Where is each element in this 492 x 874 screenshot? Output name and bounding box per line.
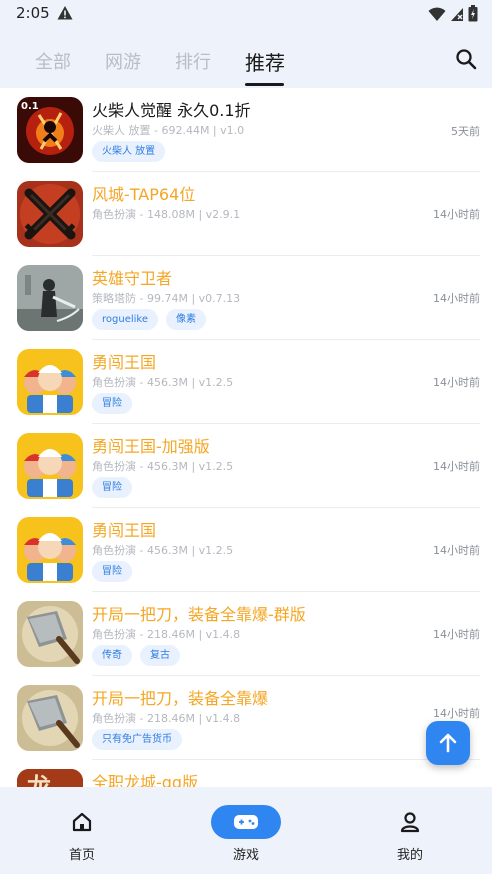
status-time: 2:05	[16, 4, 50, 22]
list-item[interactable]: 龙 全职龙城-qq版	[0, 760, 492, 787]
game-title: 火柴人觉醒 永久0.1折	[92, 101, 251, 120]
tag-list: 传奇 复古	[92, 645, 180, 666]
game-title: 开局一把刀，装备全靠爆	[92, 689, 269, 708]
scroll-to-top-button[interactable]	[426, 721, 470, 765]
active-tab-indicator	[245, 83, 284, 86]
list-item[interactable]: 风城-TAP64位 角色扮演 - 148.08M | v2.9.1 14小时前	[0, 172, 492, 256]
tag[interactable]: 火柴人 放置	[92, 141, 166, 162]
tag-list: 火柴人 放置	[92, 141, 166, 162]
crossed-swords-icon	[17, 181, 83, 247]
signal-icon	[451, 7, 463, 21]
updated-time: 14小时前	[433, 376, 480, 389]
nav-games[interactable]: 游戏	[201, 805, 291, 863]
category-tab-bar: 全部 网游 排行 推荐	[0, 28, 492, 88]
updated-time: 14小时前	[433, 208, 480, 221]
game-meta: 角色扮演 - 218.46M | v1.4.8	[92, 628, 241, 641]
person-icon	[400, 812, 420, 833]
nav-home[interactable]: 首页	[37, 805, 127, 863]
gamepad-icon	[234, 815, 258, 829]
list-item[interactable]: 0.1 火柴人觉醒 永久0.1折 火柴人 放置 - 692.44M | v1.0…	[0, 88, 492, 172]
game-meta: 角色扮演 - 456.3M | v1.2.5	[92, 544, 234, 557]
nav-profile[interactable]: 我的	[365, 805, 455, 863]
tag[interactable]: 像素	[166, 309, 206, 330]
list-item[interactable]: 英雄守卫者 策略塔防 - 99.74M | v0.7.13 roguelike …	[0, 256, 492, 340]
tag-list: 只有免广告货币	[92, 729, 182, 750]
bottom-navigation: 首页 游戏 我的	[0, 787, 492, 874]
updated-time: 5天前	[451, 125, 480, 138]
active-nav-pill	[211, 805, 281, 839]
updated-time: 14小时前	[433, 460, 480, 473]
brave-kingdom-icon	[17, 433, 83, 499]
arrow-up-icon	[439, 733, 457, 753]
battery-icon	[468, 5, 478, 22]
warning-icon	[57, 6, 73, 20]
game-meta: 策略塔防 - 99.74M | v0.7.13	[92, 292, 241, 305]
home-icon	[72, 812, 92, 832]
cleaver-icon	[17, 685, 83, 751]
updated-time: 14小时前	[433, 292, 480, 305]
cleaver-icon	[17, 601, 83, 667]
list-item[interactable]: 勇闯王国-加强版 角色扮演 - 456.3M | v1.2.5 冒险 14小时前	[0, 424, 492, 508]
tag[interactable]: 冒险	[92, 477, 132, 498]
updated-time: 14小时前	[433, 544, 480, 557]
list-item[interactable]: 开局一把刀，装备全靠爆-群版 角色扮演 - 218.46M | v1.4.8 传…	[0, 592, 492, 676]
list-item[interactable]: 勇闯王国 角色扮演 - 456.3M | v1.2.5 冒险 14小时前	[0, 340, 492, 424]
list-item[interactable]: 勇闯王国 角色扮演 - 456.3M | v1.2.5 冒险 14小时前	[0, 508, 492, 592]
game-title: 全职龙城-qq版	[92, 773, 199, 787]
game-meta: 火柴人 放置 - 692.44M | v1.0	[92, 124, 245, 137]
nav-label: 首页	[68, 848, 95, 863]
game-title: 勇闯王国-加强版	[92, 437, 210, 456]
tag[interactable]: roguelike	[92, 309, 158, 330]
game-meta: 角色扮演 - 148.08M | v2.9.1	[92, 208, 241, 221]
tag[interactable]: 只有免广告货币	[92, 729, 182, 750]
tag-list: 冒险	[92, 477, 132, 498]
game-title: 风城-TAP64位	[92, 185, 196, 204]
game-title: 开局一把刀，装备全靠爆-群版	[92, 605, 306, 624]
wifi-icon	[428, 7, 446, 21]
game-meta: 角色扮演 - 456.3M | v1.2.5	[92, 376, 234, 389]
updated-time: 14小时前	[433, 707, 480, 720]
tab-all[interactable]: 全部	[35, 48, 71, 74]
search-icon[interactable]	[455, 48, 477, 70]
status-icons	[428, 5, 478, 22]
game-title: 勇闯王国	[92, 353, 157, 372]
hero-guardian-icon	[17, 265, 83, 331]
list-item[interactable]: 开局一把刀，装备全靠爆 角色扮演 - 218.46M | v1.4.8 只有免广…	[0, 676, 492, 760]
svg-text:0.1: 0.1	[21, 101, 39, 112]
game-title: 英雄守卫者	[92, 269, 173, 288]
tab-ranking[interactable]: 排行	[175, 48, 211, 74]
game-meta: 角色扮演 - 456.3M | v1.2.5	[92, 460, 234, 473]
status-bar: 2:05	[0, 0, 492, 28]
tag-list: roguelike 像素	[92, 309, 206, 330]
tag[interactable]: 传奇	[92, 645, 132, 666]
tag-list: 冒险	[92, 393, 132, 414]
game-meta: 角色扮演 - 218.46M | v1.4.8	[92, 712, 241, 725]
tag[interactable]: 冒险	[92, 561, 132, 582]
tab-recommended[interactable]: 推荐	[245, 47, 285, 76]
tag[interactable]: 复古	[140, 645, 180, 666]
dragon-city-icon: 龙	[17, 769, 83, 787]
game-title: 勇闯王国	[92, 521, 157, 540]
tag[interactable]: 冒险	[92, 393, 132, 414]
game-list: 0.1 火柴人觉醒 永久0.1折 火柴人 放置 - 692.44M | v1.0…	[0, 88, 492, 787]
tab-online-games[interactable]: 网游	[105, 48, 141, 74]
svg-text:龙: 龙	[27, 772, 51, 787]
updated-time: 14小时前	[433, 628, 480, 641]
tag-list: 冒险	[92, 561, 132, 582]
nav-label: 游戏	[232, 848, 259, 863]
nav-label: 我的	[396, 848, 423, 863]
stickman-awaken-icon: 0.1	[17, 97, 83, 163]
brave-kingdom-icon	[17, 349, 83, 415]
brave-kingdom-icon	[17, 517, 83, 583]
